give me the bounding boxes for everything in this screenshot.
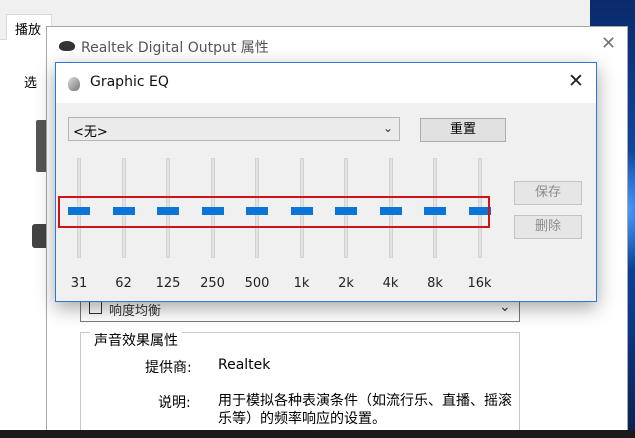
eq-preset-dropdown[interactable]: <无> ⌄ [68, 117, 400, 141]
realtek-close-button[interactable]: ✕ [601, 33, 616, 54]
eq-band-label: 250 [200, 276, 225, 291]
sound-select-label: 选 [24, 76, 38, 91]
eq-band-label: 62 [115, 276, 132, 291]
provider-value: Realtek [218, 357, 271, 373]
graphic-eq-dialog: Graphic EQ ✕ <无> ⌄ 重置 保存 删除 31 62 125 250 50… [55, 62, 597, 302]
provider-label: 提供商: [145, 360, 192, 376]
slider-highlight-box [58, 196, 490, 228]
reset-button[interactable]: 重置 [420, 118, 506, 142]
eq-band-label: 125 [155, 276, 181, 291]
eq-band-label: 4k [382, 276, 399, 291]
save-button[interactable]: 保存 [514, 181, 582, 205]
effect-properties-title: 声音效果属性 [90, 330, 182, 350]
chevron-down-icon[interactable]: ⌄ [383, 121, 393, 135]
description-label: 说明: [158, 395, 191, 411]
eq-preset-value: <无> [73, 125, 108, 140]
eq-band-label: 2k [338, 276, 354, 291]
taskbar [0, 430, 635, 438]
eq-band-label: 8k [427, 276, 443, 291]
realtek-window-title: Realtek Digital Output 属性 [81, 40, 269, 56]
realtek-title-bar: Realtek Digital Output 属性 ✕ [47, 27, 627, 65]
speaker-icon [68, 77, 80, 91]
effect-checkbox[interactable] [89, 301, 102, 314]
eq-band-label: 16k [467, 276, 492, 291]
effect-select-text: 响度均衡 [109, 304, 162, 319]
description-value: 用于模拟各种表演条件（如流行乐、直播、摇滚乐等）的频率响应的设置。 [218, 393, 512, 427]
eq-close-button[interactable]: ✕ [568, 70, 584, 92]
eq-dialog-title: Graphic EQ [90, 74, 169, 90]
delete-button[interactable]: 删除 [514, 215, 582, 239]
speaker-icon [59, 41, 75, 51]
eq-band-label: 1k [293, 276, 310, 291]
eq-band-label: 31 [70, 276, 88, 291]
eq-band-label: 500 [244, 276, 270, 291]
eq-title-bar: Graphic EQ ✕ [56, 63, 596, 103]
